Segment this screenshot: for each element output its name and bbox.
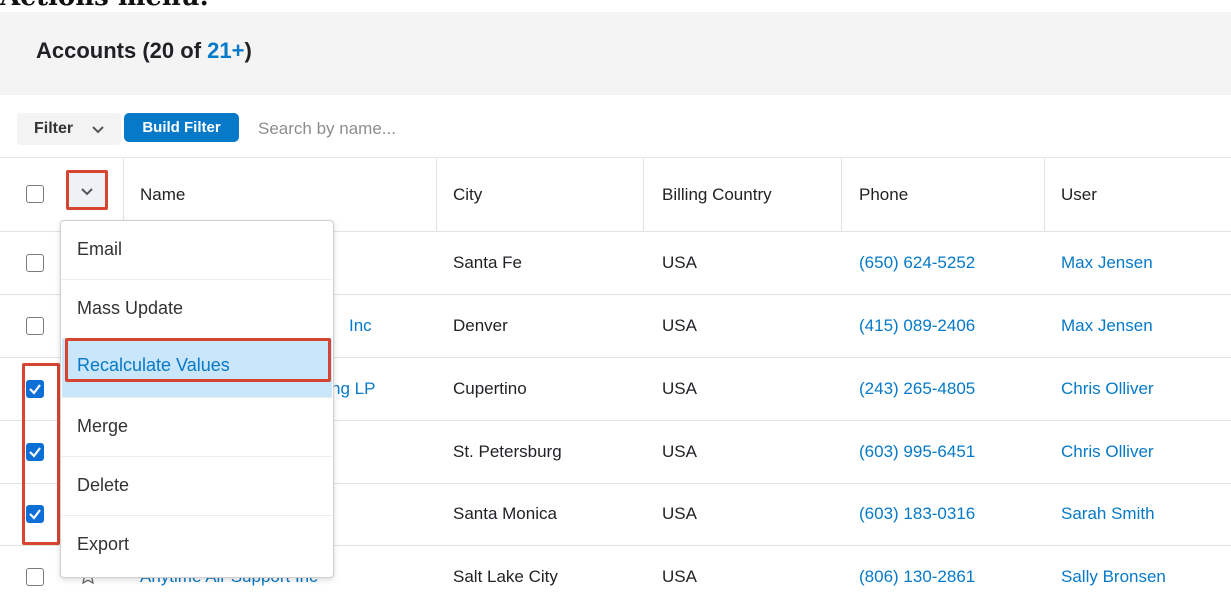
menu-item-merge[interactable]: Merge <box>62 398 332 457</box>
filter-label: Filter <box>34 120 74 137</box>
country-cell: USA <box>662 567 697 586</box>
select-all-checkbox[interactable] <box>26 185 44 203</box>
user-link[interactable]: Max Jensen <box>1061 232 1153 294</box>
row-checkbox[interactable] <box>26 317 44 335</box>
recalculate-values-highlight <box>65 338 331 382</box>
user-link[interactable]: Chris Olliver <box>1061 421 1154 483</box>
column-header-billing-country[interactable]: Billing Country <box>662 158 772 231</box>
country-cell: USA <box>662 253 697 272</box>
actions-menu: Email Mass Update Recalculate Values Mer… <box>60 220 334 578</box>
build-filter-button[interactable]: Build Filter <box>124 113 239 142</box>
column-header-phone[interactable]: Phone <box>859 158 908 231</box>
city-cell: Denver <box>453 316 508 335</box>
account-name-link[interactable]: ng LP <box>331 358 375 420</box>
search-input[interactable] <box>256 114 760 144</box>
city-cell: Santa Fe <box>453 253 522 272</box>
list-header: Accounts (20 of 21+) <box>0 12 1231 95</box>
phone-link[interactable]: (650) 624-5252 <box>859 232 975 294</box>
menu-item-email[interactable]: Email <box>62 221 332 280</box>
user-link[interactable]: Chris Olliver <box>1061 358 1154 420</box>
row-checkbox[interactable] <box>26 254 44 272</box>
list-view-panel: Accounts (20 of 21+) Filter Build Filter… <box>0 12 1231 596</box>
menu-item-mass-update[interactable]: Mass Update <box>62 280 332 339</box>
filter-dropdown-button[interactable]: Filter <box>17 113 121 145</box>
page-title: Accounts (20 of 21+) <box>36 38 252 63</box>
actions-dropdown-toggle[interactable] <box>66 170 108 210</box>
chevron-down-icon <box>92 126 104 134</box>
column-header-user[interactable]: User <box>1061 158 1097 231</box>
row-checkbox[interactable] <box>26 568 44 586</box>
user-link[interactable]: Sally Bronsen <box>1061 546 1166 608</box>
city-cell: Salt Lake City <box>453 567 558 586</box>
country-cell: USA <box>662 379 697 398</box>
menu-item-delete[interactable]: Delete <box>62 457 332 516</box>
city-cell: Santa Monica <box>453 504 557 523</box>
user-link[interactable]: Sarah Smith <box>1061 483 1155 545</box>
account-name-link[interactable]: Inc <box>349 295 372 357</box>
document-heading-fragment: Actions menu. <box>0 0 209 12</box>
country-cell: USA <box>662 316 697 335</box>
phone-link[interactable]: (603) 183-0316 <box>859 483 975 545</box>
menu-item-export[interactable]: Export <box>62 516 332 574</box>
chevron-down-icon <box>81 188 93 196</box>
phone-link[interactable]: (415) 089-2406 <box>859 295 975 357</box>
checked-rows-highlight <box>22 363 60 545</box>
phone-link[interactable]: (806) 130-2861 <box>859 546 975 608</box>
country-cell: USA <box>662 442 697 461</box>
column-header-city[interactable]: City <box>453 158 482 231</box>
city-cell: St. Petersburg <box>453 442 562 461</box>
phone-link[interactable]: (603) 995-6451 <box>859 421 975 483</box>
user-link[interactable]: Max Jensen <box>1061 295 1153 357</box>
filter-bar: Filter Build Filter <box>0 107 1231 158</box>
phone-link[interactable]: (243) 265-4805 <box>859 358 975 420</box>
count-link[interactable]: 21+ <box>207 38 244 63</box>
country-cell: USA <box>662 504 697 523</box>
city-cell: Cupertino <box>453 379 527 398</box>
